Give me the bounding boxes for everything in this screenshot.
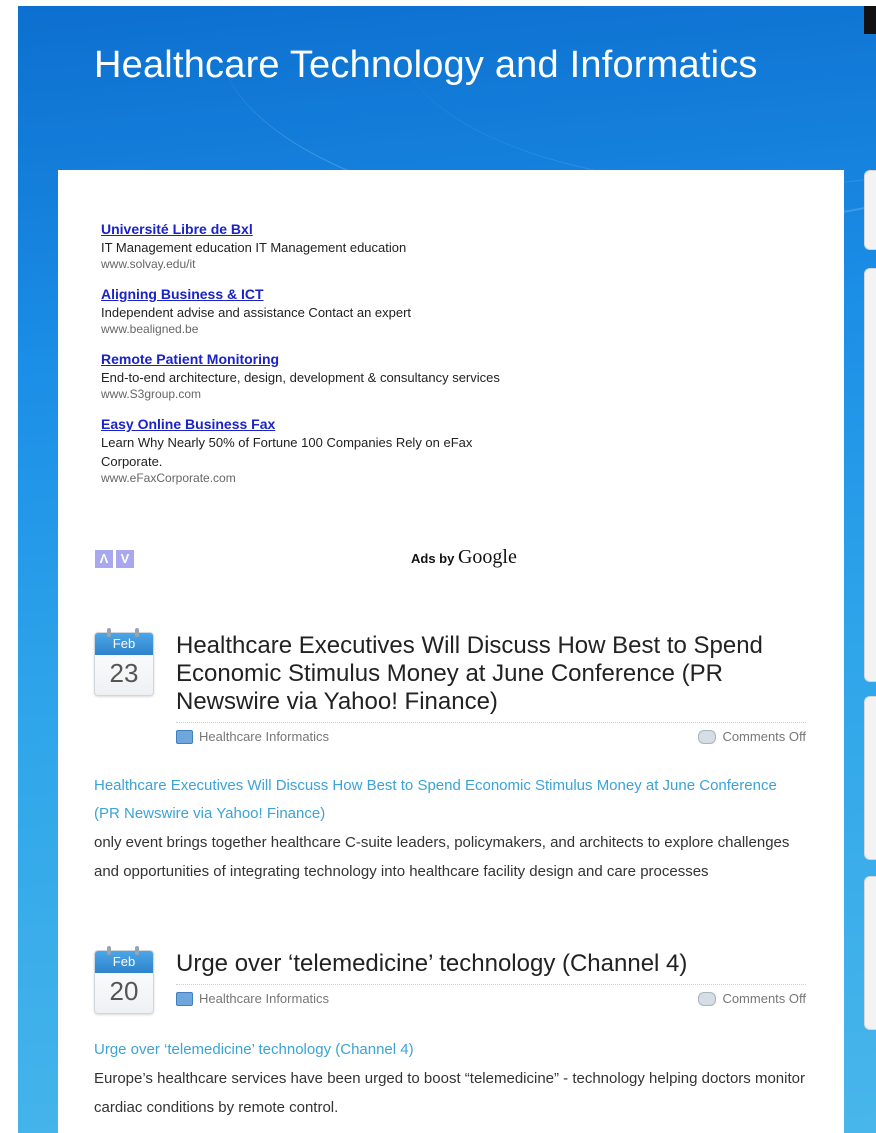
post-category: Healthcare Informatics — [176, 991, 329, 1006]
ad-title-link[interactable]: Easy Online Business Fax — [101, 415, 521, 433]
ad-navigation: Λ V — [95, 550, 134, 568]
sidebar-widget — [864, 170, 876, 250]
post-excerpt: only event brings together healthcare C-… — [94, 834, 790, 880]
ad-description: End-to-end architecture, design, develop… — [101, 370, 500, 385]
post-meta: Healthcare Informatics Comments Off — [176, 722, 806, 747]
comments-status: Comments Off — [722, 991, 806, 1006]
comment-bubble-icon — [698, 729, 717, 744]
sidebar-widget — [864, 268, 876, 682]
google-ads-block: Université Libre de Bxl IT Management ed… — [101, 220, 521, 499]
sidebar-widget — [864, 696, 876, 860]
calendar-ring-icon — [107, 946, 111, 955]
main-content: Université Libre de Bxl IT Management ed… — [58, 170, 844, 1133]
calendar-ring-icon — [135, 946, 139, 955]
post-excerpt: Europe’s healthcare services have been u… — [94, 1070, 805, 1116]
post-day: 23 — [109, 658, 139, 688]
ad-title-link[interactable]: Université Libre de Bxl — [101, 220, 521, 238]
ad-description: Learn Why Nearly 50% of Fortune 100 Comp… — [101, 435, 473, 469]
window-corner — [864, 6, 876, 34]
ad-prev-button[interactable]: Λ — [95, 550, 113, 568]
date-calendar-icon: Feb 20 — [94, 946, 154, 1014]
comments-status: Comments Off — [722, 729, 806, 744]
post-day: 20 — [109, 976, 139, 1006]
post-title-link[interactable]: Urge over ‘telemedicine’ technology (Cha… — [176, 950, 806, 978]
post-meta: Healthcare Informatics Comments Off — [176, 984, 806, 1009]
category-link[interactable]: Healthcare Informatics — [199, 729, 329, 744]
post-month: Feb — [95, 633, 153, 655]
ads-by-label: Ads by — [411, 551, 455, 566]
ad-item: Aligning Business & ICT Independent advi… — [101, 285, 521, 337]
ad-item: Université Libre de Bxl IT Management ed… — [101, 220, 521, 272]
post-comments: Comments Off — [698, 729, 806, 744]
date-calendar-icon: Feb 23 — [94, 628, 154, 696]
ad-item: Easy Online Business Fax Learn Why Nearl… — [101, 415, 521, 486]
post-category: Healthcare Informatics — [176, 729, 329, 744]
sidebar-widget — [864, 876, 876, 1030]
comment-bubble-icon — [698, 991, 717, 1006]
page-frame: Healthcare Technology and Informatics Un… — [18, 6, 876, 1133]
calendar-ring-icon — [135, 628, 139, 637]
calendar-ring-icon — [107, 628, 111, 637]
excerpt-title-link[interactable]: Urge over ‘telemedicine’ technology (Cha… — [94, 1036, 806, 1064]
ad-url[interactable]: www.S3group.com — [101, 387, 521, 402]
ad-item: Remote Patient Monitoring End-to-end arc… — [101, 350, 521, 402]
folder-icon — [176, 729, 193, 744]
ad-url[interactable]: www.solvay.edu/it — [101, 257, 521, 272]
google-logo: Google — [457, 546, 517, 568]
post-title-link[interactable]: Healthcare Executives Will Discuss How B… — [176, 632, 806, 716]
ad-title-link[interactable]: Aligning Business & ICT — [101, 285, 521, 303]
site-title[interactable]: Healthcare Technology and Informatics — [94, 44, 758, 87]
ad-url[interactable]: www.eFaxCorporate.com — [101, 471, 521, 486]
ad-description: Independent advise and assistance Contac… — [101, 305, 412, 320]
folder-icon — [176, 991, 193, 1006]
ad-url[interactable]: www.bealigned.be — [101, 322, 521, 337]
post-month: Feb — [95, 951, 153, 973]
category-link[interactable]: Healthcare Informatics — [199, 991, 329, 1006]
excerpt-title-link[interactable]: Healthcare Executives Will Discuss How B… — [94, 772, 806, 828]
ad-next-button[interactable]: V — [116, 550, 134, 568]
post-comments: Comments Off — [698, 991, 806, 1006]
ads-by-google-link[interactable]: Ads by Google — [411, 546, 517, 569]
ad-description: IT Management education IT Management ed… — [101, 240, 407, 255]
ad-title-link[interactable]: Remote Patient Monitoring — [101, 350, 521, 368]
